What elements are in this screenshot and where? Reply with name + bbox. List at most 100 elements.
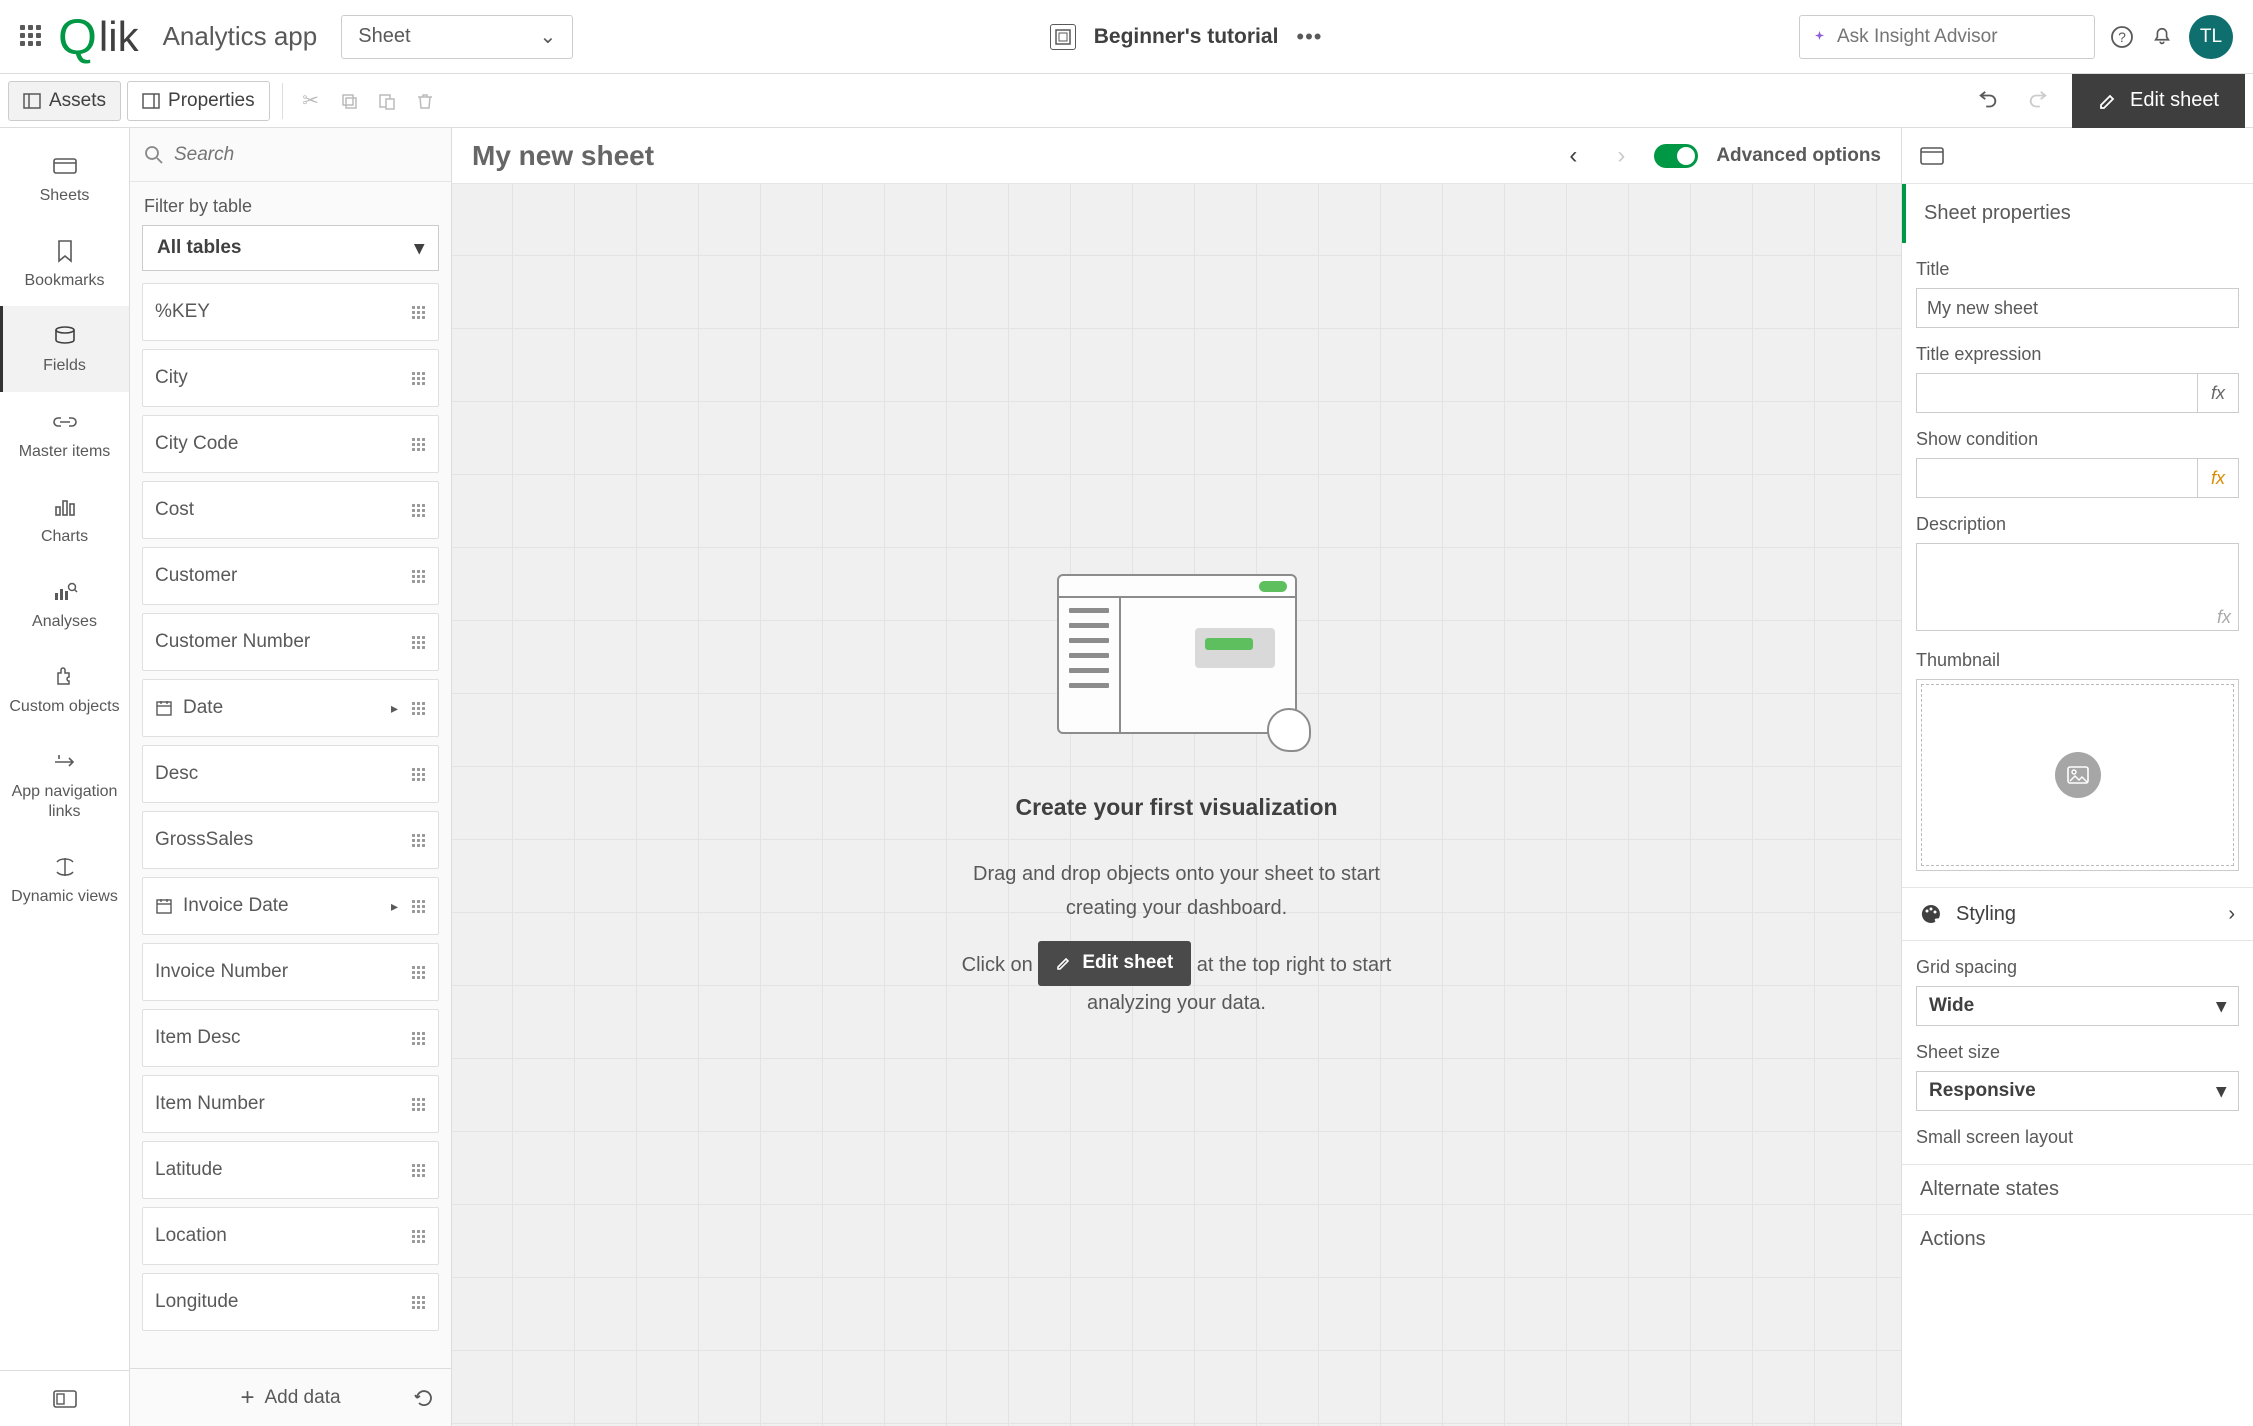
sparkle-icon [1812, 27, 1827, 47]
assets-label: Assets [49, 90, 106, 112]
qlik-logo[interactable]: Qlik [58, 13, 139, 61]
tutorial-icon[interactable] [1050, 24, 1076, 50]
left-rail: Sheets Bookmarks Fields Master items Cha… [0, 128, 130, 1426]
fx-button[interactable]: fx [2197, 373, 2239, 413]
rail-fields[interactable]: Fields [0, 306, 129, 391]
drag-handle-icon[interactable] [412, 1098, 426, 1111]
table-filter-dropdown[interactable]: All tables ▾ [142, 225, 439, 271]
expand-icon[interactable]: ▸ [391, 700, 398, 717]
paste-icon[interactable] [371, 85, 403, 117]
alternate-states-section[interactable]: Alternate states [1902, 1164, 2253, 1214]
drag-handle-icon[interactable] [412, 1032, 426, 1045]
cut-icon[interactable]: ✂ [295, 85, 327, 117]
add-data-label: Add data [264, 1387, 340, 1409]
field-item[interactable]: Customer [142, 547, 439, 605]
show-condition-input[interactable] [1916, 458, 2197, 498]
rail-master-items[interactable]: Master items [0, 392, 129, 477]
fx-button-accent[interactable]: fx [2197, 458, 2239, 498]
drag-handle-icon[interactable] [412, 900, 426, 913]
help-icon[interactable]: ? [2109, 24, 2135, 50]
empty-illustration [1057, 574, 1297, 734]
redo-icon[interactable] [2022, 85, 2054, 117]
rail-label: Dynamic views [11, 887, 118, 906]
insight-advisor-search[interactable] [1799, 15, 2095, 59]
field-name: Invoice Number [155, 961, 288, 983]
drag-handle-icon[interactable] [412, 966, 426, 979]
field-item[interactable]: Invoice Number [142, 943, 439, 1001]
rail-bookmarks[interactable]: Bookmarks [0, 221, 129, 306]
caret-down-icon: ▾ [414, 237, 424, 260]
refresh-icon[interactable] [413, 1387, 435, 1409]
field-item[interactable]: City [142, 349, 439, 407]
properties-label: Properties [168, 90, 255, 112]
drag-handle-icon[interactable] [412, 306, 426, 319]
expand-icon[interactable]: ▸ [391, 898, 398, 915]
advanced-options-toggle[interactable] [1654, 144, 1698, 168]
rail-sheets[interactable]: Sheets [0, 136, 129, 221]
chart-icon [51, 493, 79, 521]
app-launcher-icon[interactable] [20, 25, 44, 49]
field-item[interactable]: Longitude [142, 1273, 439, 1331]
canvas-grid[interactable]: Create your first visualization Drag and… [452, 184, 1901, 1426]
field-item[interactable]: Cost [142, 481, 439, 539]
description-textarea[interactable] [1916, 543, 2239, 631]
field-search-input[interactable] [174, 144, 437, 166]
field-item[interactable]: Item Number [142, 1075, 439, 1133]
field-search[interactable] [130, 128, 451, 182]
undo-icon[interactable] [1972, 85, 2004, 117]
field-item[interactable]: Invoice Date▸ [142, 877, 439, 935]
properties-toggle[interactable]: Properties [127, 81, 270, 121]
copy-icon[interactable] [333, 85, 365, 117]
thumbnail-picker[interactable] [1916, 679, 2239, 871]
prev-sheet-button[interactable]: ‹ [1558, 141, 1588, 171]
field-item[interactable]: Date▸ [142, 679, 439, 737]
sheet-size-select[interactable]: Responsive ▾ [1916, 1071, 2239, 1111]
drag-handle-icon[interactable] [412, 438, 426, 451]
fx-icon[interactable]: fx [2217, 607, 2231, 628]
field-item[interactable]: %KEY [142, 283, 439, 341]
field-item[interactable]: City Code [142, 415, 439, 473]
rail-dynamic-views[interactable]: Dynamic views [0, 837, 129, 922]
title-expression-input[interactable] [1916, 373, 2197, 413]
rail-footer-icon[interactable] [0, 1370, 129, 1426]
drag-handle-icon[interactable] [412, 570, 426, 583]
rail-label: Master items [19, 442, 111, 461]
styling-row[interactable]: Styling › [1902, 887, 2253, 941]
field-item[interactable]: Customer Number [142, 613, 439, 671]
nav-icon [51, 748, 79, 776]
sheet-icon[interactable] [1920, 147, 1944, 165]
drag-handle-icon[interactable] [412, 834, 426, 847]
rail-analyses[interactable]: Analyses [0, 562, 129, 647]
drag-handle-icon[interactable] [412, 1230, 426, 1243]
rail-app-nav-links[interactable]: App navigation links [0, 732, 129, 836]
drag-handle-icon[interactable] [412, 372, 426, 385]
insight-input[interactable] [1837, 26, 2082, 48]
title-input[interactable] [1916, 288, 2239, 328]
drag-handle-icon[interactable] [412, 636, 426, 649]
add-data-button[interactable]: + Add data [130, 1368, 451, 1426]
rail-charts[interactable]: Charts [0, 477, 129, 562]
delete-icon[interactable] [409, 85, 441, 117]
grid-spacing-select[interactable]: Wide ▾ [1916, 986, 2239, 1026]
assets-toggle[interactable]: Assets [8, 81, 121, 121]
user-avatar[interactable]: TL [2189, 15, 2233, 59]
field-item[interactable]: Desc [142, 745, 439, 803]
more-options-icon[interactable]: ••• [1296, 24, 1322, 50]
rail-custom-objects[interactable]: Custom objects [0, 647, 129, 732]
sheet-dropdown[interactable]: Sheet ⌄ [341, 15, 573, 59]
edit-sheet-button[interactable]: Edit sheet [2072, 74, 2245, 128]
field-item[interactable]: Location [142, 1207, 439, 1265]
description-label: Description [1916, 514, 2239, 535]
field-item[interactable]: Latitude [142, 1141, 439, 1199]
drag-handle-icon[interactable] [412, 1296, 426, 1309]
empty-heading: Create your first visualization [947, 794, 1407, 821]
field-item[interactable]: Item Desc [142, 1009, 439, 1067]
drag-handle-icon[interactable] [412, 1164, 426, 1177]
drag-handle-icon[interactable] [412, 504, 426, 517]
next-sheet-button[interactable]: › [1606, 141, 1636, 171]
drag-handle-icon[interactable] [412, 702, 426, 715]
field-item[interactable]: GrossSales [142, 811, 439, 869]
actions-section[interactable]: Actions [1902, 1214, 2253, 1264]
drag-handle-icon[interactable] [412, 768, 426, 781]
bell-icon[interactable] [2149, 24, 2175, 50]
